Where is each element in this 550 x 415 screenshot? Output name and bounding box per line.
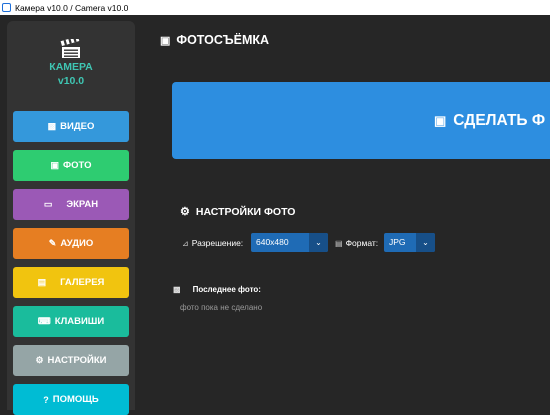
sidebar-item-help[interactable]: ? ПОМОЩЬ (13, 384, 129, 415)
window-title: Камера v10.0 / Camera v10.0 (15, 2, 129, 13)
question-icon: ? (43, 394, 49, 405)
last-photo-label: ▩ Последнее фото: (173, 285, 261, 294)
gear-icon: ⚙ (180, 206, 190, 218)
monitor-icon: ▭ (43, 199, 53, 209)
logo-version: v10.0 (57, 75, 85, 87)
settings-title: ⚙ НАСТРОЙКИ ФОТО (180, 205, 296, 219)
resolution-value: 640x480 (256, 237, 289, 247)
resolution-select[interactable]: 640x480 ⌄ (251, 233, 328, 252)
gear-icon: ⚙ (35, 355, 44, 365)
gallery-icon: ▤ (37, 277, 47, 287)
sidebar-item-keys[interactable]: ⌨ КЛАВИШИ (13, 306, 129, 337)
take-photo-button[interactable]: ▣ СДЕЛАТЬ Ф (172, 82, 550, 159)
sidebar-item-gallery[interactable]: ▤ ГАЛЕРЕЯ (13, 267, 129, 298)
ruler-icon: ⊿ (182, 238, 189, 248)
camera-icon: ▣ (160, 34, 171, 47)
clapperboard-icon (60, 39, 80, 58)
keyboard-icon: ⌨ (37, 316, 51, 326)
chevron-down-icon: ⌄ (309, 233, 328, 252)
image-icon: ▩ (173, 285, 181, 294)
camera-icon: ▣ (50, 160, 60, 170)
microphone-icon: ✎ (48, 238, 57, 248)
sidebar-item-screen[interactable]: ▭ ЭКРАН (13, 189, 129, 220)
last-photo-value: фото пока не сделано (180, 303, 263, 312)
app-icon (2, 3, 11, 12)
resolution-label: ⊿ Разрешение: (182, 238, 244, 248)
file-icon: ▤ (335, 238, 343, 248)
format-select[interactable]: JPG ⌄ (384, 233, 435, 252)
sidebar: КАМЕРА v10.0 ▩ ВИДЕО ▣ ФОТО ▭ ЭКРАН ✎ АУ… (7, 21, 135, 415)
logo: КАМЕРА v10.0 (7, 39, 135, 87)
title-bar: Камера v10.0 / Camera v10.0 (0, 0, 550, 15)
logo-title: КАМЕРА (49, 61, 93, 73)
chevron-down-icon: ⌄ (416, 233, 435, 252)
sidebar-item-photo[interactable]: ▣ ФОТО (13, 150, 129, 181)
format-label: ▤ Формат: (335, 238, 379, 248)
format-value: JPG (389, 237, 406, 247)
sidebar-item-audio[interactable]: ✎ АУДИО (13, 228, 129, 259)
page-title: ▣ ФОТОСЪЁМКА (160, 33, 270, 47)
video-icon: ▩ (47, 121, 57, 131)
sidebar-item-settings[interactable]: ⚙ НАСТРОЙКИ (13, 345, 129, 376)
camera-icon: ▣ (434, 113, 447, 128)
sidebar-item-video[interactable]: ▩ ВИДЕО (13, 111, 129, 142)
